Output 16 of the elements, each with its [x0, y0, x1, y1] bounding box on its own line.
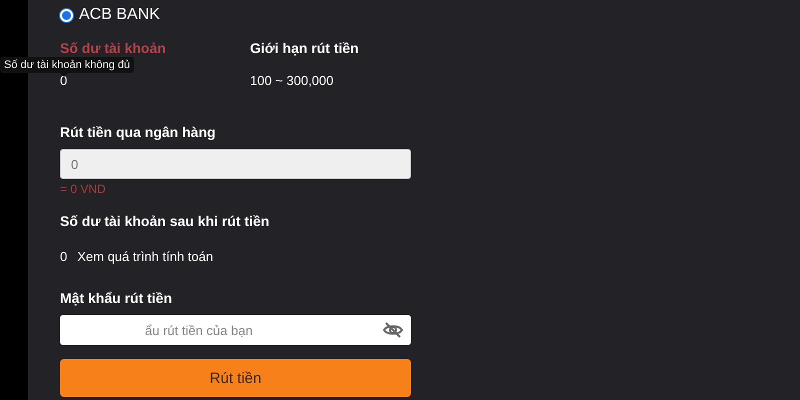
section-label: Số dư tài khoản sau khi rút tiền [60, 212, 270, 230]
withdraw-button[interactable]: Rút tiền [60, 359, 411, 397]
radio-button[interactable] [60, 8, 73, 22]
limit-value: 100 ~ 300,000 [250, 73, 334, 89]
balance-label: Số dư tài khoản [60, 39, 167, 57]
section-label: Mật khẩu rút tiền [60, 289, 174, 307]
limit-label: Giới hạn rút tiền [250, 39, 360, 57]
calculation-link[interactable]: Xem quá trình tính toán [77, 249, 214, 265]
eye-slash-icon[interactable] [383, 321, 403, 339]
balance-value: 0 [60, 73, 68, 89]
balance-after-value: 0 [60, 249, 68, 265]
amount-field[interactable]: 0 [60, 149, 411, 179]
converted-amount: = 0 VND [60, 182, 107, 196]
bank-name: ACB BANK [79, 6, 160, 24]
password-field[interactable]: ẩu rút tiền của bạn [60, 315, 411, 345]
section-label: Rút tiền qua ngân hàng [60, 123, 217, 141]
